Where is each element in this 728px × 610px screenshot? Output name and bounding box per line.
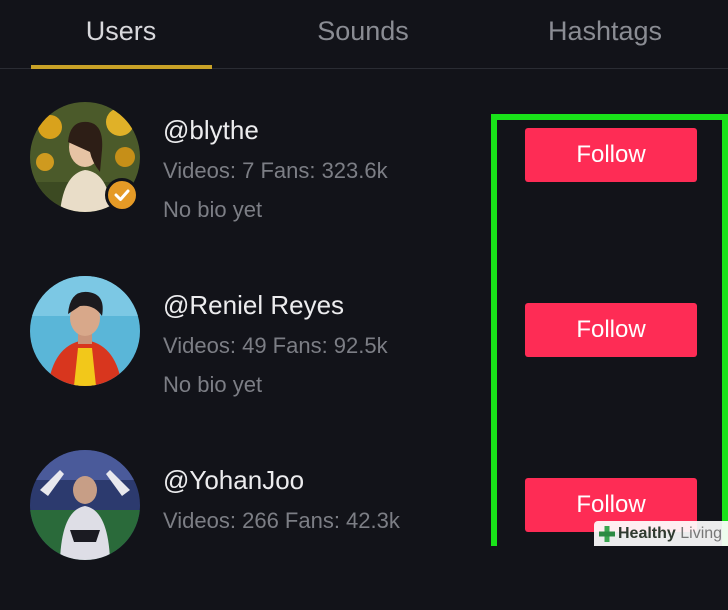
user-bio: No bio yet	[163, 197, 263, 222]
username[interactable]: @YohanJoo	[163, 464, 304, 496]
search-tabs: Users Sounds Hashtags	[0, 0, 728, 69]
avatar[interactable]	[30, 276, 140, 386]
tab-users[interactable]: Users	[21, 14, 221, 48]
avatar-photo-icon	[30, 276, 140, 386]
healthy-living-watermark: Healthy Living	[594, 521, 728, 546]
verified-badge-icon	[105, 178, 139, 212]
tab-hashtags[interactable]: Hashtags	[505, 14, 705, 48]
user-result-row[interactable]: @Reniel Reyes Videos: 49 Fans: 92.5k No …	[0, 275, 728, 435]
tab-sounds[interactable]: Sounds	[263, 14, 463, 48]
active-tab-indicator	[31, 65, 212, 69]
follow-button[interactable]: Follow	[525, 128, 697, 182]
username[interactable]: @Reniel Reyes	[163, 289, 344, 321]
plus-logo-icon	[599, 525, 615, 542]
user-bio: No bio yet	[163, 372, 263, 397]
user-stats: Videos: 7 Fans: 323.6k	[163, 158, 388, 183]
avatar-photo-icon	[30, 450, 140, 560]
username[interactable]: @blythe	[163, 114, 259, 146]
watermark-brand: Healthy Living	[618, 525, 723, 542]
user-stats: Videos: 266 Fans: 42.3k	[163, 508, 400, 533]
avatar[interactable]	[30, 450, 140, 560]
user-result-row[interactable]: @blythe Videos: 7 Fans: 323.6k No bio ye…	[0, 100, 728, 260]
follow-button[interactable]: Follow	[525, 303, 697, 357]
user-stats: Videos: 49 Fans: 92.5k	[163, 333, 388, 358]
